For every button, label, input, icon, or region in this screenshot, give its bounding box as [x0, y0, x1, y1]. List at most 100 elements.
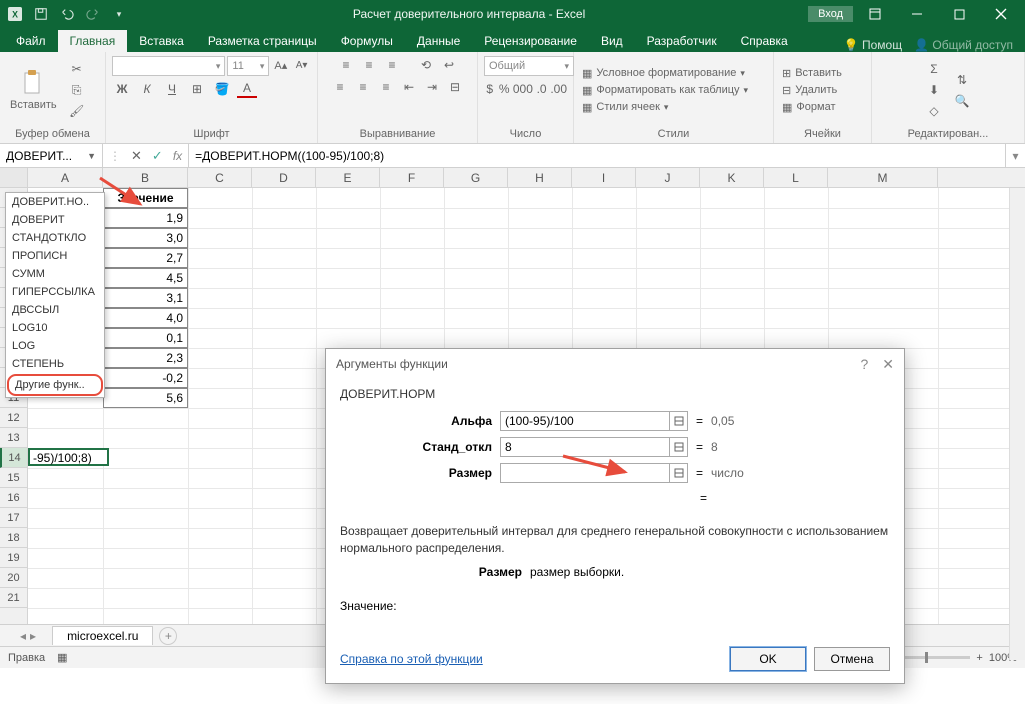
row-header[interactable]: 21	[0, 588, 27, 608]
function-list-item[interactable]: СТАНДОТКЛО	[6, 229, 104, 247]
function-list-item[interactable]: LOG10	[6, 319, 104, 337]
percent-icon[interactable]: %	[498, 80, 509, 98]
orientation-icon[interactable]: ⟲	[416, 56, 436, 74]
row-header[interactable]: 18	[0, 528, 27, 548]
dialog-help-link[interactable]: Справка по этой функции	[340, 652, 483, 666]
indent-dec-icon[interactable]: ⇤	[399, 78, 419, 96]
fx-icon[interactable]: fx	[173, 149, 182, 163]
function-list-item[interactable]: LOG	[6, 337, 104, 355]
macro-record-icon[interactable]: ▦	[57, 651, 67, 664]
row-header[interactable]: 19	[0, 548, 27, 568]
wrap-text-icon[interactable]: ↩	[439, 56, 459, 74]
arg-input-1[interactable]	[500, 437, 670, 457]
autosum-icon[interactable]: Σ	[924, 60, 944, 78]
italic-icon[interactable]: К	[137, 80, 157, 98]
tab-file[interactable]: Файл	[4, 30, 58, 52]
function-list-item[interactable]: ГИПЕРССЫЛКА	[6, 283, 104, 301]
active-cell-editor[interactable]: -95)/100;8)	[28, 448, 109, 466]
qa-save-icon[interactable]	[30, 3, 52, 25]
align-center-icon[interactable]: ≡	[353, 78, 373, 96]
cell[interactable]: 2,7	[103, 248, 188, 268]
zoom-in-icon[interactable]: +	[976, 652, 982, 664]
vertical-scrollbar[interactable]	[1009, 188, 1025, 660]
cell[interactable]: 2,3	[103, 348, 188, 368]
range-selector-icon[interactable]	[670, 411, 688, 431]
column-header[interactable]: H	[508, 168, 572, 188]
sort-filter-icon[interactable]: ⇅	[952, 71, 972, 89]
function-list-item[interactable]: Другие функ..	[7, 374, 103, 396]
ok-button[interactable]: OK	[730, 647, 806, 671]
close-icon[interactable]	[981, 1, 1021, 27]
cell[interactable]: 4,5	[103, 268, 188, 288]
qa-customize-icon[interactable]: ▾	[108, 3, 130, 25]
column-header[interactable]: A	[28, 168, 103, 188]
function-list-item[interactable]: ДВССЫЛ	[6, 301, 104, 319]
number-format-dropdown[interactable]: Общий▾	[484, 56, 574, 76]
column-header[interactable]: I	[572, 168, 636, 188]
grow-font-icon[interactable]: A▴	[271, 56, 290, 74]
function-list-item[interactable]: ДОВЕРИТ	[6, 211, 104, 229]
row-header[interactable]: 13	[0, 428, 27, 448]
row-header[interactable]: 16	[0, 488, 27, 508]
share-button[interactable]: 👤 Общий доступ	[914, 38, 1013, 52]
cancel-button[interactable]: Отмена	[814, 647, 890, 671]
function-list-item[interactable]: СУММ	[6, 265, 104, 283]
fill-icon[interactable]: ⬇	[924, 81, 944, 99]
font-size-dropdown[interactable]: 11▾	[227, 56, 269, 76]
column-header[interactable]: L	[764, 168, 828, 188]
row-header[interactable]: 20	[0, 568, 27, 588]
font-color-icon[interactable]: A	[237, 80, 257, 98]
row-header[interactable]: 17	[0, 508, 27, 528]
cell-header[interactable]: Значение	[103, 188, 188, 208]
qa-undo-icon[interactable]	[56, 3, 78, 25]
format-cells-button[interactable]: ▦Формат	[780, 100, 844, 115]
tab-home[interactable]: Главная	[58, 30, 128, 52]
maximize-icon[interactable]	[939, 1, 979, 27]
ribbon-options-icon[interactable]	[855, 1, 895, 27]
tellme-icon[interactable]: 💡 Помощ	[844, 38, 902, 52]
comma-icon[interactable]: 000	[513, 80, 533, 98]
function-list-item[interactable]: ПРОПИСН	[6, 247, 104, 265]
add-sheet-icon[interactable]: +	[159, 627, 177, 645]
row-header[interactable]: 15	[0, 468, 27, 488]
range-selector-icon[interactable]	[670, 463, 688, 483]
currency-icon[interactable]: $	[484, 80, 495, 98]
fill-color-icon[interactable]: 🪣	[212, 80, 232, 98]
column-header[interactable]: B	[103, 168, 188, 188]
clear-icon[interactable]: ◇	[924, 102, 944, 120]
copy-icon[interactable]: ⎘	[67, 81, 87, 99]
enter-formula-icon[interactable]: ✓	[152, 148, 163, 164]
minimize-icon[interactable]	[897, 1, 937, 27]
cell[interactable]: -0,2	[103, 368, 188, 388]
tab-review[interactable]: Рецензирование	[472, 30, 589, 52]
function-list-item[interactable]: СТЕПЕНЬ	[6, 355, 104, 373]
tab-help[interactable]: Справка	[729, 30, 800, 52]
dec-decimal-icon[interactable]: .00	[550, 80, 567, 98]
format-painter-icon[interactable]: 🖌	[67, 102, 87, 120]
cell-styles-button[interactable]: ▦Стили ячеек▾	[580, 100, 750, 115]
cell[interactable]: 3,1	[103, 288, 188, 308]
cell[interactable]: 5,6	[103, 388, 188, 408]
arg-input-0[interactable]	[500, 411, 670, 431]
font-name-dropdown[interactable]: ▾	[112, 56, 225, 76]
column-header[interactable]: M	[828, 168, 938, 188]
signin-button[interactable]: Вход	[808, 6, 853, 22]
delete-cells-button[interactable]: ⊟Удалить	[780, 83, 844, 98]
cell[interactable]: 1,9	[103, 208, 188, 228]
select-all-button[interactable]	[0, 168, 28, 187]
tab-layout[interactable]: Разметка страницы	[196, 30, 329, 52]
tab-data[interactable]: Данные	[405, 30, 472, 52]
dialog-close-icon[interactable]: ✕	[882, 356, 894, 373]
tab-formulas[interactable]: Формулы	[329, 30, 405, 52]
sheet-tab[interactable]: microexcel.ru	[52, 626, 153, 645]
column-header[interactable]: F	[380, 168, 444, 188]
tab-view[interactable]: Вид	[589, 30, 635, 52]
conditional-formatting-button[interactable]: ▦Условное форматирование▾	[580, 66, 750, 81]
formula-expand-icon[interactable]: ▾	[1005, 144, 1025, 167]
column-header[interactable]: K	[700, 168, 764, 188]
name-box[interactable]: ДОВЕРИТ...▼	[0, 144, 103, 167]
bold-icon[interactable]: Ж	[112, 80, 132, 98]
inc-decimal-icon[interactable]: .0	[536, 80, 547, 98]
column-header[interactable]: D	[252, 168, 316, 188]
sheet-next-icon[interactable]: ▸	[30, 629, 36, 643]
